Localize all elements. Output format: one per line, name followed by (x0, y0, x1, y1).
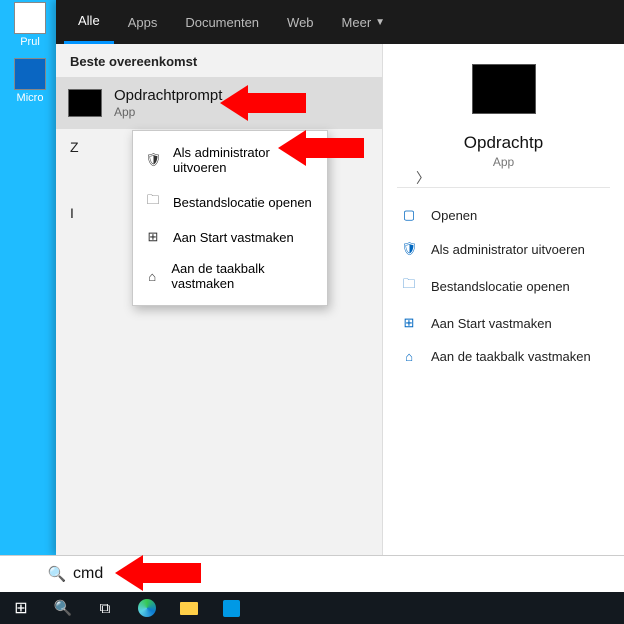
shield-icon: 🛡 (401, 241, 417, 257)
pin-icon: ⊞ (401, 315, 417, 331)
desktop-icon-recycle-bin[interactable]: Prul (6, 2, 54, 48)
section-best-match: Beste overeenkomst (56, 44, 382, 77)
folder-icon (180, 602, 198, 615)
chevron-right-icon[interactable]: 〉 (416, 168, 430, 188)
ctx-pin-to-taskbar[interactable]: ⌂ Aan de taakbalk vastmaken (133, 253, 327, 299)
open-icon: ▢ (401, 207, 417, 223)
start-button[interactable]: ⊞ (0, 592, 42, 624)
tab-all[interactable]: Alle (64, 0, 114, 44)
folder-icon: 🗀 (145, 191, 161, 213)
tab-web[interactable]: Web (273, 0, 328, 44)
best-match-subtitle: App (114, 105, 222, 119)
start-search-panel: Alle Apps Documenten Web Meer ▼ Beste ov… (56, 0, 624, 555)
desktop-icon-label: Prul (20, 36, 40, 48)
taskbar-explorer[interactable] (168, 592, 210, 624)
tab-documents[interactable]: Documenten (171, 0, 273, 44)
detail-title: Opdrachtp (383, 133, 624, 153)
detail-subtitle: App (383, 155, 624, 169)
search-tabs: Alle Apps Documenten Web Meer ▼ (56, 0, 624, 44)
edge-icon (14, 58, 46, 90)
pin-icon: ⌂ (145, 269, 159, 284)
pin-icon: ⌂ (401, 349, 417, 364)
taskbar-search-button[interactable]: 🔍 (42, 592, 84, 624)
best-match-title: Opdrachtprompt (114, 87, 222, 104)
detail-action-pin-start[interactable]: ⊞ Aan Start vastmaken (383, 306, 624, 340)
task-view-button[interactable]: ⧉ (84, 592, 126, 624)
chevron-down-icon: ▼ (375, 17, 385, 28)
shield-icon: 🛡 (145, 152, 161, 168)
detail-action-pin-taskbar[interactable]: ⌂ Aan de taakbalk vastmaken (383, 340, 624, 373)
cmd-thumbnail-icon (472, 64, 536, 114)
store-icon (223, 600, 240, 617)
desktop-icon-label: Micro (17, 92, 44, 104)
desktop-icon-edge[interactable]: Micro (6, 58, 54, 104)
best-match-item[interactable]: Opdrachtprompt App (56, 77, 382, 129)
tab-apps[interactable]: Apps (114, 0, 172, 44)
tab-more[interactable]: Meer ▼ (328, 0, 400, 44)
taskbar-store[interactable] (210, 592, 252, 624)
detail-actions: ▢ Openen 🛡 Als administrator uitvoeren 🗀… (383, 188, 624, 383)
taskbar-search-box[interactable]: 🔍 (0, 555, 624, 592)
search-icon: 🔍 (41, 565, 73, 583)
ctx-pin-to-start[interactable]: ⊞ Aan Start vastmaken (133, 221, 327, 253)
edge-icon (138, 599, 156, 617)
taskbar: ⊞ 🔍 ⧉ (0, 592, 624, 624)
recycle-bin-icon (14, 2, 46, 34)
ctx-open-file-location[interactable]: 🗀 Bestandslocatie openen (133, 183, 327, 221)
folder-icon: 🗀 (401, 275, 417, 297)
result-detail-pane: Opdrachtp App ▢ Openen 🛡 Als administrat… (382, 44, 624, 555)
detail-action-open-location[interactable]: 🗀 Bestandslocatie openen (383, 266, 624, 306)
detail-action-run-admin[interactable]: 🛡 Als administrator uitvoeren (383, 232, 624, 266)
pin-icon: ⊞ (145, 229, 161, 245)
detail-action-open[interactable]: ▢ Openen (383, 198, 624, 232)
cmd-icon (68, 89, 102, 117)
taskbar-edge[interactable] (126, 592, 168, 624)
